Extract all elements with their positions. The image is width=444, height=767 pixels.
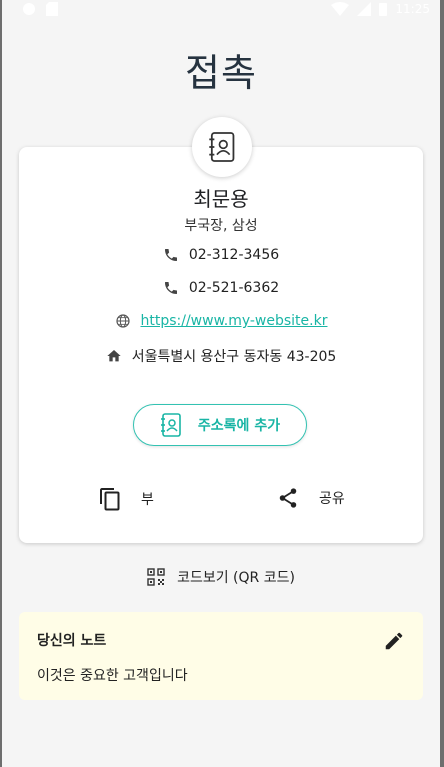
address-row[interactable]: 서울특별시 용산구 동자동 43-205 (19, 346, 423, 366)
note-text: 이것은 중요한 고객입니다 (37, 668, 188, 684)
contact-book-icon (160, 413, 181, 437)
copy-label: 부 (141, 492, 154, 508)
phone-number-1: 02-312-3456 (188, 247, 280, 263)
phone-icon (164, 249, 177, 261)
pencil-icon[interactable] (383, 630, 405, 652)
signal-icon (357, 2, 372, 16)
qr-code-label: 코드보기 (QR 코드) (177, 570, 295, 586)
globe-icon (115, 314, 130, 328)
home-icon (107, 350, 121, 362)
notification-icon (23, 3, 35, 15)
phone-icon (164, 282, 177, 294)
status-time: 11:25 (395, 2, 430, 16)
wifi-icon (331, 2, 350, 16)
view-qr-code-button[interactable]: 코드보기 (QR 코드) (2, 567, 440, 587)
status-bar: 11:25 (2, 0, 440, 18)
app-screen: 11:25 접촉 최문용 부국장, 삼성 02-312-3456 02-521-… (2, 0, 440, 767)
sd-card-icon (46, 2, 58, 16)
note-card: 당신의 노트 이것은 중요한 고객입니다 (19, 612, 423, 700)
avatar (192, 117, 252, 177)
page-title: 접촉 (185, 51, 257, 95)
phone-number-2: 02-521-6362 (188, 280, 280, 296)
contact-subtitle: 부국장, 삼성 (184, 218, 258, 234)
note-title: 당신의 노트 (37, 633, 107, 649)
qr-code-icon (147, 568, 165, 586)
share-label: 공유 (319, 491, 345, 507)
share-button[interactable]: 공유 (277, 487, 345, 509)
copy-icon (100, 488, 120, 511)
add-to-contacts-label: 주소록에 추가 (197, 418, 281, 434)
add-to-contacts-button[interactable]: 주소록에 추가 (133, 404, 307, 446)
contact-book-icon (209, 132, 235, 162)
contact-address: 서울특별시 용산구 동자동 43-205 (131, 349, 337, 365)
phone-row-1[interactable]: 02-312-3456 (19, 247, 423, 263)
battery-icon (379, 3, 388, 16)
website-link[interactable]: https://www.my-website.kr (141, 313, 328, 329)
contact-name: 최문용 (193, 187, 249, 211)
phone-row-2[interactable]: 02-521-6362 (19, 280, 423, 296)
contact-card: 최문용 부국장, 삼성 02-312-3456 02-521-6362 http… (19, 147, 423, 543)
share-icon (279, 488, 297, 508)
website-row: https://www.my-website.kr (19, 313, 423, 329)
copy-button[interactable]: 부 (99, 487, 154, 511)
